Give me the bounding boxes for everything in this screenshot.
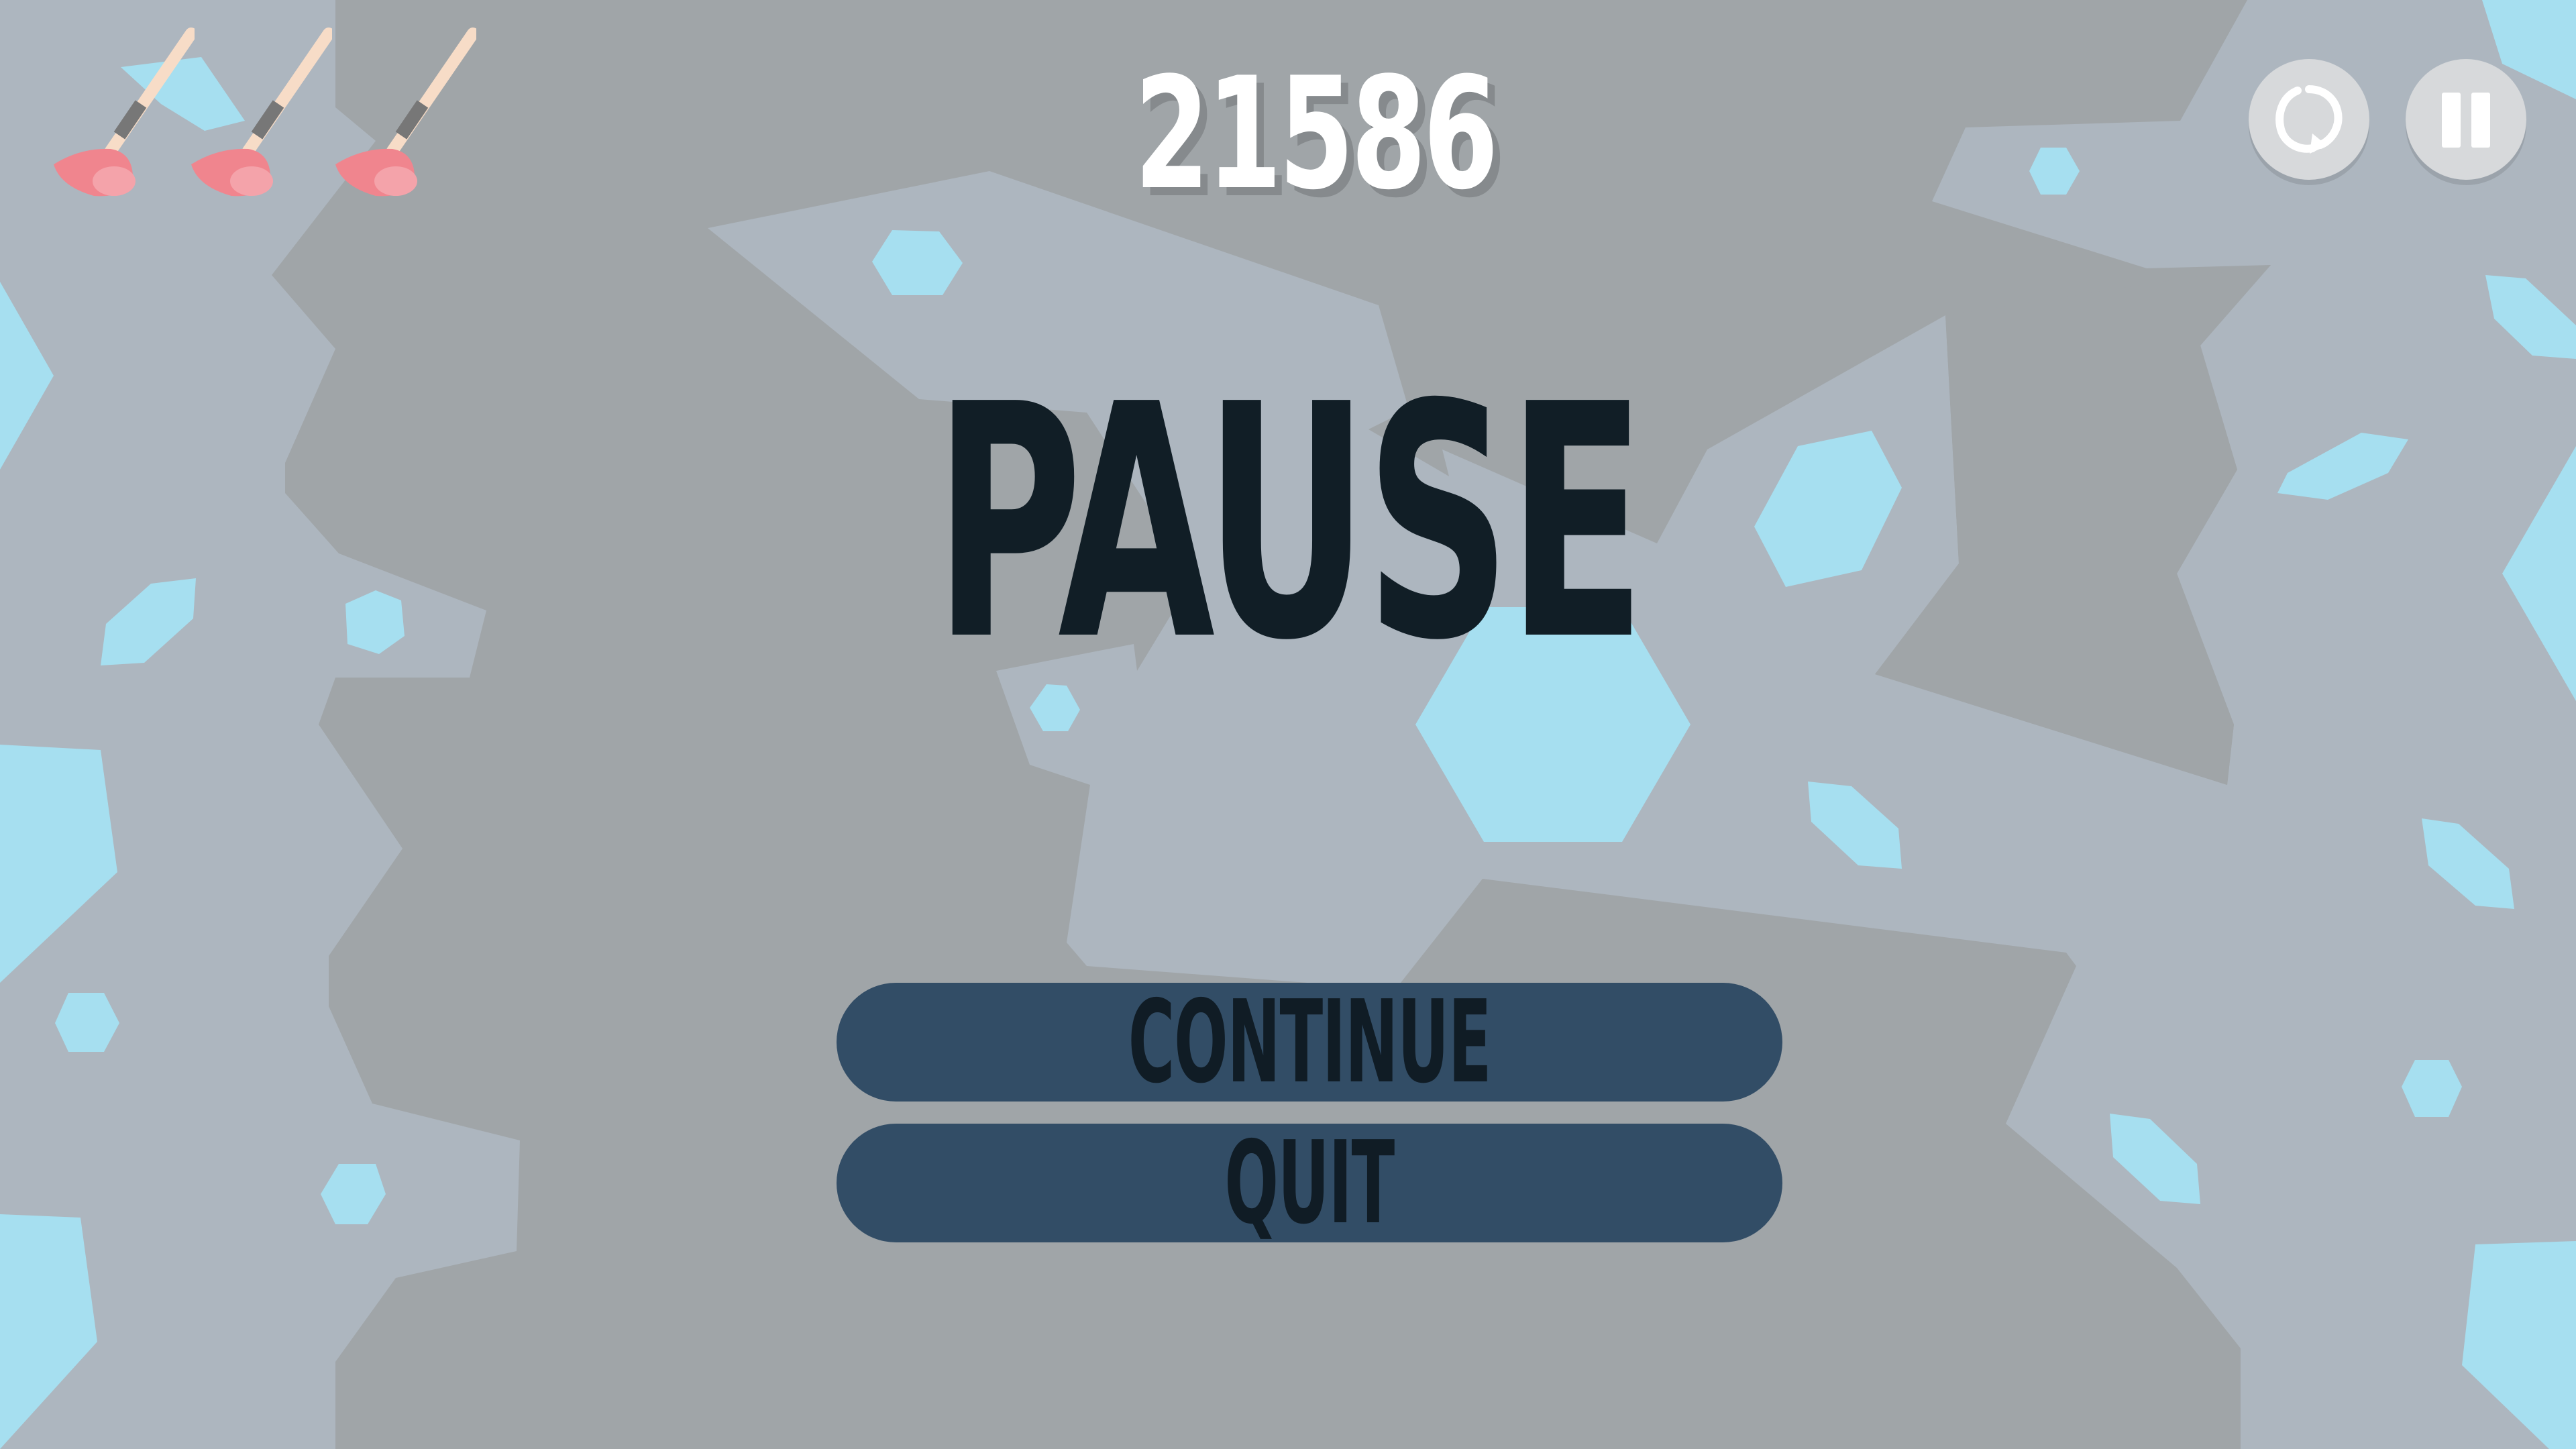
plunger-icon (191, 28, 332, 197)
quit-button[interactable]: QUIT (837, 1117, 1782, 1250)
plunger-icon (54, 28, 195, 197)
restart-icon (2275, 85, 2343, 154)
plunger-icon (335, 28, 476, 197)
continue-button[interactable]: CONTINUE (837, 976, 1782, 1109)
pause-icon (2432, 59, 2500, 180)
pause-title: PAUSE (934, 335, 1646, 711)
score-display: 21586 (1134, 44, 1499, 224)
restart-button[interactable] (2249, 59, 2369, 180)
lives-indicator (40, 20, 496, 221)
pause-button[interactable] (2406, 59, 2526, 180)
continue-button-label: CONTINUE (1128, 975, 1492, 1109)
quit-button-label: QUIT (1224, 1116, 1395, 1250)
